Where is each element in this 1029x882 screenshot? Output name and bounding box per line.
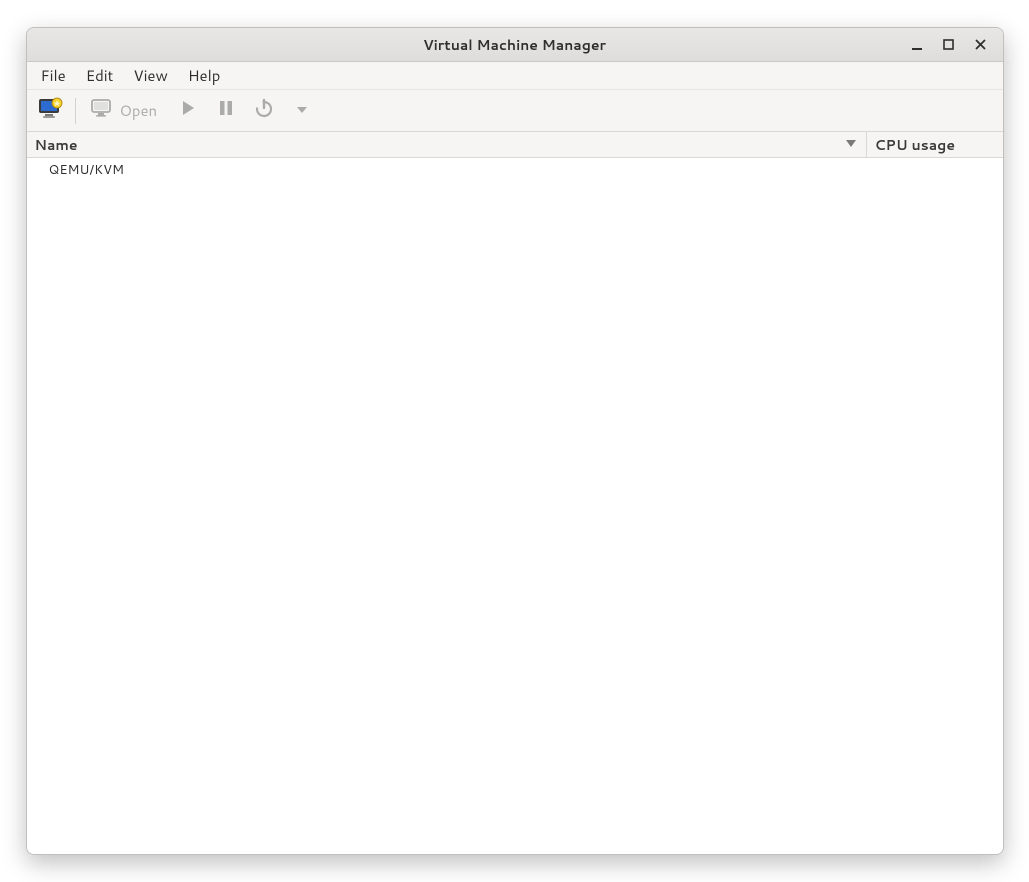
play-icon	[179, 99, 197, 123]
column-header-name[interactable]: Name	[27, 132, 867, 157]
pause-icon	[218, 99, 234, 123]
menu-file[interactable]: File	[31, 62, 76, 89]
maximize-button[interactable]	[933, 31, 965, 59]
pause-button[interactable]	[209, 95, 243, 127]
shutdown-menu-button[interactable]	[285, 95, 319, 127]
new-vm-icon	[37, 97, 63, 125]
run-button[interactable]	[171, 95, 205, 127]
open-button[interactable]: Open	[84, 95, 168, 127]
column-header-name-label: Name	[35, 135, 78, 155]
list-item[interactable]: QEMU/KVM	[27, 158, 1003, 182]
app-window: Virtual Machine Manager File Edi	[26, 27, 1004, 855]
vm-list[interactable]: QEMU/KVM	[27, 158, 1003, 854]
title-bar: Virtual Machine Manager	[27, 28, 1003, 62]
menu-bar: File Edit View Help	[27, 62, 1003, 90]
sort-indicator-icon	[846, 138, 858, 152]
menu-help[interactable]: Help	[178, 62, 231, 89]
monitor-icon	[90, 98, 114, 124]
column-header-cpu-label: CPU usage	[875, 135, 956, 155]
toolbar-separator	[75, 98, 76, 124]
menu-view[interactable]: View	[123, 62, 178, 89]
connection-name: QEMU/KVM	[27, 161, 867, 179]
window-controls	[901, 31, 997, 59]
maximize-icon	[943, 39, 954, 50]
close-icon	[975, 39, 986, 50]
power-icon	[254, 98, 274, 124]
chevron-down-icon	[296, 99, 308, 122]
shutdown-button[interactable]	[247, 95, 281, 127]
toolbar: Open	[27, 90, 1003, 132]
close-button[interactable]	[965, 31, 997, 59]
column-headers: Name CPU usage	[27, 132, 1003, 158]
open-button-label: Open	[120, 100, 158, 121]
minimize-button[interactable]	[901, 31, 933, 59]
column-header-cpu[interactable]: CPU usage	[867, 132, 1003, 157]
minimize-icon	[911, 39, 923, 51]
new-vm-button[interactable]	[33, 95, 67, 127]
window-title: Virtual Machine Manager	[27, 35, 1003, 55]
menu-edit[interactable]: Edit	[76, 62, 124, 89]
